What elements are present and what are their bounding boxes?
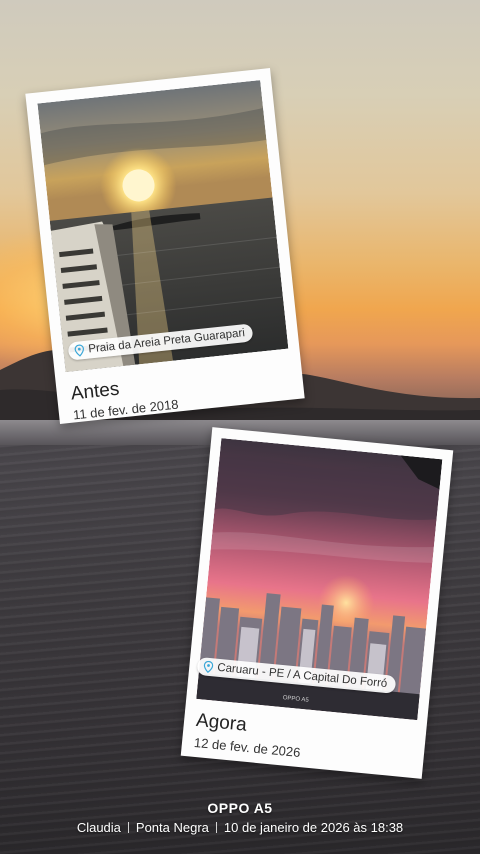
device-watermark: OPPO A5 xyxy=(207,800,273,816)
place-name: Ponta Negra xyxy=(135,820,209,835)
card-title-before: Antes xyxy=(69,378,121,405)
location-pin-icon xyxy=(74,344,84,357)
divider xyxy=(215,822,217,833)
photo-metadata: Claudia Ponta Negra 10 de janeiro de 2026 … xyxy=(0,820,480,835)
author-name: Claudia xyxy=(76,820,121,835)
polaroid-card-before[interactable]: Praia da Areia Preta Guarapari Antes 11 … xyxy=(25,68,305,424)
polaroid-card-after[interactable]: OPPO A5 Caruaru - PE / A Capital Do Forr… xyxy=(180,427,454,779)
card-title-after: Agora xyxy=(195,710,248,736)
card-date-after: 12 de fev. de 2026 xyxy=(193,734,302,761)
capture-datetime: 10 de janeiro de 2026 às 18:38 xyxy=(223,820,404,835)
location-pin-icon xyxy=(203,660,214,674)
divider xyxy=(127,822,129,833)
